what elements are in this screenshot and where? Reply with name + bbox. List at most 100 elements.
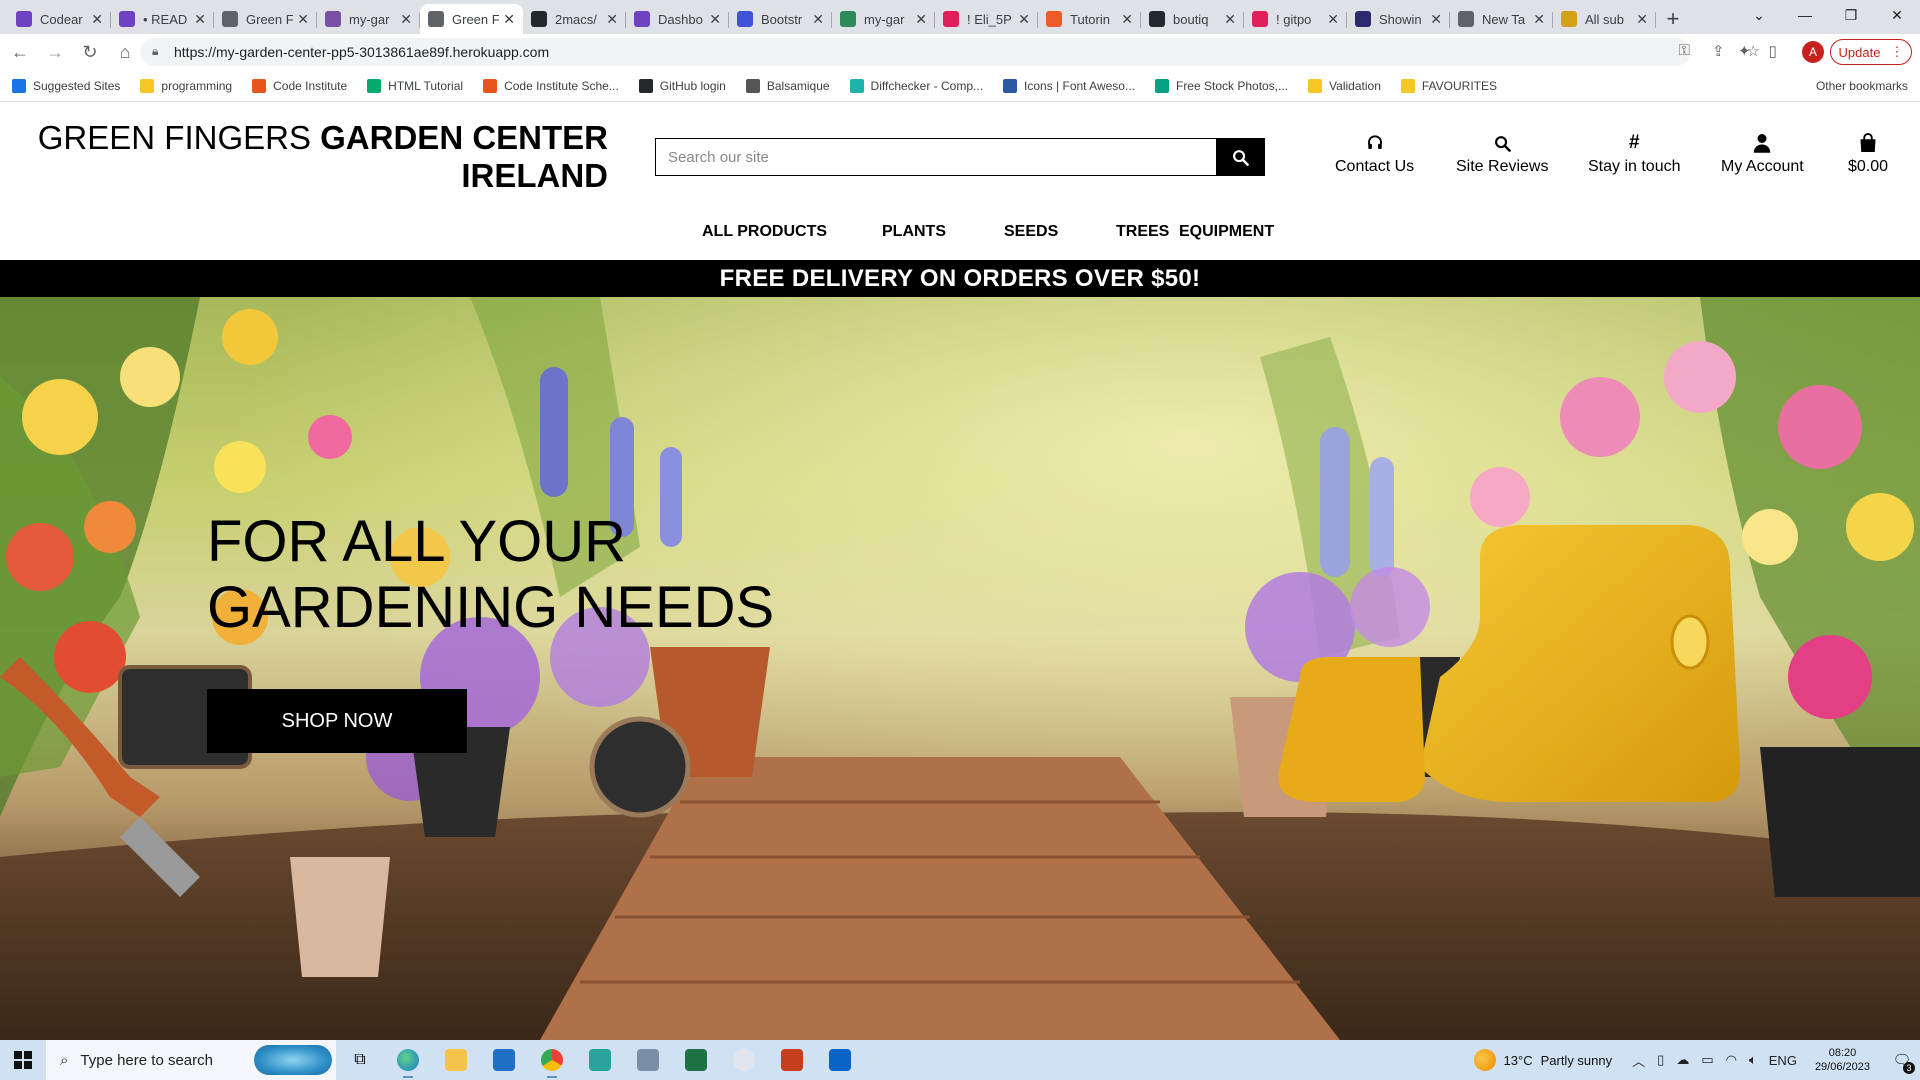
app-icon-teal[interactable] bbox=[576, 1040, 624, 1080]
mail-icon[interactable] bbox=[480, 1040, 528, 1080]
bookmark-item[interactable]: FAVOURITES bbox=[1400, 78, 1497, 93]
browser-tab[interactable]: my-gar ✕ bbox=[832, 4, 935, 34]
tab-close-icon[interactable]: ✕ bbox=[606, 11, 618, 28]
new-tab-button[interactable]: + bbox=[1656, 4, 1690, 34]
tab-close-icon[interactable]: ✕ bbox=[503, 11, 515, 28]
contact-us-link[interactable]: Contact Us bbox=[1335, 133, 1414, 176]
my-account-link[interactable]: My Account bbox=[1721, 133, 1804, 176]
outlook-icon[interactable] bbox=[816, 1040, 864, 1080]
tab-close-icon[interactable]: ✕ bbox=[1224, 11, 1236, 28]
taskbar-search-box[interactable]: ⌕ Type here to search bbox=[46, 1040, 336, 1080]
bookmark-item[interactable]: Suggested Sites bbox=[12, 78, 120, 93]
browser-tab[interactable]: Tutorin ✕ bbox=[1038, 4, 1141, 34]
bookmark-item[interactable]: Free Stock Photos,... bbox=[1154, 78, 1288, 93]
forward-arrow-icon[interactable]: → bbox=[40, 37, 70, 67]
device-icon[interactable]: ▯ bbox=[1657, 1052, 1664, 1068]
close-window-button[interactable]: ✕ bbox=[1874, 0, 1920, 30]
browser-tab[interactable]: Showin ✕ bbox=[1347, 4, 1450, 34]
bookmark-item[interactable]: GitHub login bbox=[638, 78, 726, 93]
nav-all-products[interactable]: ALL PRODUCTS bbox=[702, 223, 827, 241]
bookmark-item[interactable]: Validation bbox=[1308, 78, 1381, 93]
nav-plants[interactable]: PLANTS bbox=[882, 223, 946, 241]
bookmark-item[interactable]: Balsamique bbox=[745, 78, 830, 93]
tab-favicon-icon bbox=[1046, 11, 1062, 27]
site-reviews-link[interactable]: Site Reviews bbox=[1456, 133, 1548, 176]
tab-close-icon[interactable]: ✕ bbox=[297, 11, 309, 28]
tab-close-icon[interactable]: ✕ bbox=[812, 11, 824, 28]
wifi-icon[interactable]: ◠ bbox=[1726, 1052, 1737, 1068]
tab-favicon-icon bbox=[1561, 11, 1577, 27]
browser-tab[interactable]: Green F ✕ bbox=[420, 4, 523, 34]
browser-tab[interactable]: Bootstr ✕ bbox=[729, 4, 832, 34]
nav-equipment[interactable]: EQUIPMENT bbox=[1179, 223, 1274, 241]
browser-tab[interactable]: Green F ✕ bbox=[214, 4, 317, 34]
app-icon-face[interactable] bbox=[720, 1040, 768, 1080]
minimize-window-button[interactable]: — bbox=[1782, 0, 1828, 30]
share-icon[interactable]: ⇪ bbox=[1712, 42, 1725, 60]
tab-close-icon[interactable]: ✕ bbox=[400, 11, 412, 28]
edge-browser-icon[interactable] bbox=[384, 1040, 432, 1080]
browser-tab[interactable]: New Ta ✕ bbox=[1450, 4, 1553, 34]
tab-title: ! gitpo bbox=[1276, 11, 1312, 27]
profile-avatar[interactable]: A bbox=[1802, 41, 1824, 63]
browser-tab[interactable]: Codear ✕ bbox=[8, 4, 111, 34]
clock[interactable]: 08:20 29/06/2023 bbox=[1815, 1046, 1870, 1074]
update-button[interactable]: Update ⋮ bbox=[1830, 39, 1912, 65]
notifications-button[interactable]: 🗨︎ 3 bbox=[1884, 1040, 1920, 1080]
browser-tab[interactable]: 2macs/ ✕ bbox=[523, 4, 626, 34]
nav-seeds[interactable]: SEEDS bbox=[1004, 223, 1058, 241]
back-arrow-icon[interactable]: ← bbox=[5, 37, 35, 67]
tab-close-icon[interactable]: ✕ bbox=[1121, 11, 1133, 28]
shopping-bag-link[interactable]: $0.00 bbox=[1848, 133, 1888, 176]
browser-tab[interactable]: Dashbo ✕ bbox=[626, 4, 729, 34]
bookmark-item[interactable]: Code Institute bbox=[252, 78, 347, 93]
extensions-puzzle-icon[interactable]: ✦ bbox=[1738, 42, 1751, 60]
tab-close-icon[interactable]: ✕ bbox=[194, 11, 206, 28]
powerpoint-icon[interactable] bbox=[768, 1040, 816, 1080]
browser-tab[interactable]: ! gitpo ✕ bbox=[1244, 4, 1347, 34]
home-icon[interactable]: ⌂ bbox=[110, 37, 140, 67]
browser-tab[interactable]: • READ ✕ bbox=[111, 4, 214, 34]
tab-search-chevron-icon[interactable]: ⌄ bbox=[1736, 0, 1782, 30]
browser-tab[interactable]: boutiq ✕ bbox=[1141, 4, 1244, 34]
browser-tab[interactable]: ! Eli_5P ✕ bbox=[935, 4, 1038, 34]
tab-close-icon[interactable]: ✕ bbox=[91, 11, 103, 28]
stay-in-touch-link[interactable]: # Stay in touch bbox=[1588, 132, 1681, 176]
weather-widget[interactable]: 13°C Partly sunny bbox=[1473, 1049, 1612, 1071]
excel-icon[interactable] bbox=[672, 1040, 720, 1080]
language-indicator[interactable]: ENG bbox=[1769, 1053, 1797, 1068]
tab-close-icon[interactable]: ✕ bbox=[1327, 11, 1339, 28]
bookmark-item[interactable]: programming bbox=[140, 78, 232, 93]
tab-close-icon[interactable]: ✕ bbox=[915, 11, 927, 28]
tab-close-icon[interactable]: ✕ bbox=[1018, 11, 1030, 28]
bookmark-item[interactable]: Icons | Font Aweso... bbox=[1003, 78, 1135, 93]
tab-favicon-icon bbox=[16, 11, 32, 27]
chrome-icon[interactable] bbox=[528, 1040, 576, 1080]
side-panel-icon[interactable]: ▯ bbox=[1769, 42, 1777, 60]
file-explorer-icon[interactable] bbox=[432, 1040, 480, 1080]
other-bookmarks[interactable]: Other bookmarks bbox=[1795, 79, 1908, 93]
key-icon[interactable]: ⚿ bbox=[1679, 42, 1690, 60]
tab-close-icon[interactable]: ✕ bbox=[1533, 11, 1545, 28]
shop-now-button[interactable]: SHOP NOW bbox=[207, 689, 467, 753]
chevron-up-icon[interactable]: ︿ bbox=[1632, 1051, 1645, 1070]
volume-icon[interactable]: 🔈︎ bbox=[1749, 1052, 1757, 1068]
bookmark-item[interactable]: Diffchecker - Comp... bbox=[849, 78, 983, 93]
browser-tab[interactable]: my-gar ✕ bbox=[317, 4, 420, 34]
cloud-icon[interactable]: ☁ bbox=[1676, 1052, 1689, 1068]
app-icon-gray[interactable] bbox=[624, 1040, 672, 1080]
address-bar[interactable]: 🔒︎ https://my-garden-center-pp5-3013861a… bbox=[140, 38, 1690, 66]
tab-close-icon[interactable]: ✕ bbox=[1636, 11, 1648, 28]
maximize-window-button[interactable]: ❐ bbox=[1828, 0, 1874, 30]
reload-icon[interactable]: ↻ bbox=[75, 37, 105, 67]
display-icon[interactable]: ▭ bbox=[1701, 1052, 1713, 1068]
tab-close-icon[interactable]: ✕ bbox=[709, 11, 721, 28]
bookmark-item[interactable]: Code Institute Sche... bbox=[483, 78, 619, 93]
nav-trees[interactable]: TREES bbox=[1116, 223, 1169, 241]
windows-start-button[interactable] bbox=[0, 1040, 46, 1080]
browser-tab[interactable]: All sub ✕ bbox=[1553, 4, 1656, 34]
tab-close-icon[interactable]: ✕ bbox=[1430, 11, 1442, 28]
bookmark-item[interactable]: HTML Tutorial bbox=[367, 78, 463, 93]
tab-title: Codear bbox=[40, 11, 83, 27]
task-view-icon[interactable]: ⧉ bbox=[336, 1040, 384, 1080]
